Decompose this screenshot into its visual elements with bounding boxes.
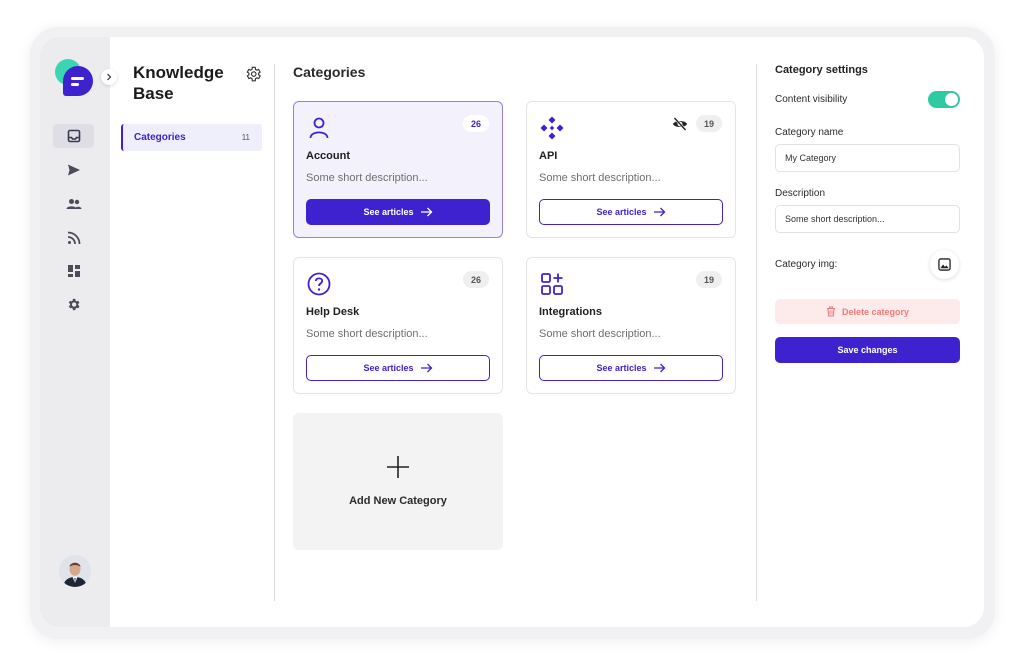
see-articles-label: See articles bbox=[596, 363, 647, 373]
nav-rss[interactable] bbox=[53, 226, 94, 250]
nav-send[interactable] bbox=[53, 158, 94, 182]
category-card-api[interactable]: 19 API Some short description... See art… bbox=[526, 101, 736, 238]
see-articles-button[interactable]: See articles bbox=[306, 199, 490, 225]
category-name-value: My Category bbox=[785, 153, 837, 163]
article-count-badge: 26 bbox=[463, 115, 489, 132]
kb-title: Knowledge Base bbox=[133, 62, 243, 104]
article-count-badge: 19 bbox=[696, 115, 722, 132]
category-name: Help Desk bbox=[306, 306, 360, 318]
sidebar-item-categories[interactable]: Categories 11 bbox=[121, 124, 262, 151]
chevron-right-icon bbox=[107, 73, 112, 81]
category-name: API bbox=[539, 150, 558, 162]
see-articles-button[interactable]: See articles bbox=[306, 355, 490, 381]
plus-icon bbox=[387, 456, 409, 478]
eye-off-icon bbox=[673, 117, 687, 131]
delete-category-button[interactable]: Delete category bbox=[775, 299, 960, 324]
article-count-badge: 19 bbox=[696, 271, 722, 288]
see-articles-label: See articles bbox=[596, 207, 647, 217]
add-category-button[interactable]: Add New Category bbox=[293, 413, 503, 550]
dashboard-icon bbox=[67, 265, 80, 277]
category-card-account[interactable]: 26 Account Some short description... See… bbox=[293, 101, 503, 238]
arrow-right-icon bbox=[420, 363, 432, 373]
user-avatar[interactable] bbox=[59, 555, 91, 587]
logo-front-shape bbox=[63, 66, 93, 96]
add-category-label: Add New Category bbox=[349, 495, 447, 507]
arrow-right-icon bbox=[653, 207, 665, 217]
save-changes-button[interactable]: Save changes bbox=[775, 337, 960, 363]
category-card-help-desk[interactable]: 26 Help Desk Some short description... S… bbox=[293, 257, 503, 394]
expand-sidebar-button[interactable] bbox=[101, 69, 117, 85]
divider-right bbox=[756, 64, 757, 601]
kb-settings-button[interactable] bbox=[244, 65, 262, 83]
app-logo bbox=[55, 58, 95, 98]
category-card-integrations[interactable]: 19 Integrations Some short description..… bbox=[526, 257, 736, 394]
upload-image-button[interactable] bbox=[930, 250, 959, 279]
inbox-icon bbox=[67, 129, 80, 143]
trash-icon bbox=[826, 306, 835, 317]
category-name: Integrations bbox=[539, 306, 602, 318]
see-articles-label: See articles bbox=[363, 207, 414, 217]
see-articles-label: See articles bbox=[363, 363, 414, 373]
arrow-right-icon bbox=[420, 207, 432, 217]
category-name-field[interactable]: My Category bbox=[775, 144, 960, 172]
description-value: Some short description... bbox=[785, 214, 885, 224]
visibility-toggle[interactable] bbox=[928, 91, 960, 108]
see-articles-button[interactable]: See articles bbox=[539, 199, 723, 225]
apps-add-icon bbox=[541, 273, 563, 295]
arrow-right-icon bbox=[653, 363, 665, 373]
divider-left bbox=[274, 64, 275, 601]
category-description: Some short description... bbox=[539, 172, 661, 184]
article-count-badge: 26 bbox=[463, 271, 489, 288]
category-name-label: Category name bbox=[775, 127, 844, 138]
visibility-label: Content visibility bbox=[775, 94, 848, 105]
see-articles-button[interactable]: See articles bbox=[539, 355, 723, 381]
category-description: Some short description... bbox=[306, 328, 428, 340]
image-icon bbox=[938, 258, 951, 271]
gear-outline-icon bbox=[246, 66, 261, 82]
settings-title: Category settings bbox=[775, 64, 868, 76]
sidebar-item-label: Categories bbox=[134, 132, 186, 143]
sidebar-item-count: 11 bbox=[241, 133, 250, 142]
save-changes-label: Save changes bbox=[837, 345, 898, 355]
nav-inbox[interactable] bbox=[53, 124, 94, 148]
kb-title-line1: Knowledge bbox=[133, 63, 224, 82]
people-icon bbox=[66, 199, 81, 209]
gear-icon bbox=[68, 298, 80, 310]
send-icon bbox=[67, 164, 80, 176]
question-circle-icon bbox=[307, 272, 331, 296]
delete-category-label: Delete category bbox=[841, 306, 910, 317]
api-icon bbox=[540, 116, 564, 140]
category-description: Some short description... bbox=[539, 328, 661, 340]
category-name: Account bbox=[306, 150, 350, 162]
rss-icon bbox=[67, 231, 80, 245]
nav-settings[interactable] bbox=[53, 292, 94, 316]
nav-dashboard[interactable] bbox=[53, 259, 94, 283]
kb-title-line2: Base bbox=[133, 84, 174, 103]
user-icon bbox=[309, 117, 329, 139]
category-description: Some short description... bbox=[306, 172, 428, 184]
description-field[interactable]: Some short description... bbox=[775, 205, 960, 233]
nav-people[interactable] bbox=[53, 192, 94, 216]
page-title: Categories bbox=[293, 64, 366, 80]
avatar-portrait-icon bbox=[59, 555, 91, 587]
description-label: Description bbox=[775, 188, 826, 199]
category-img-label: Category img: bbox=[775, 259, 838, 270]
